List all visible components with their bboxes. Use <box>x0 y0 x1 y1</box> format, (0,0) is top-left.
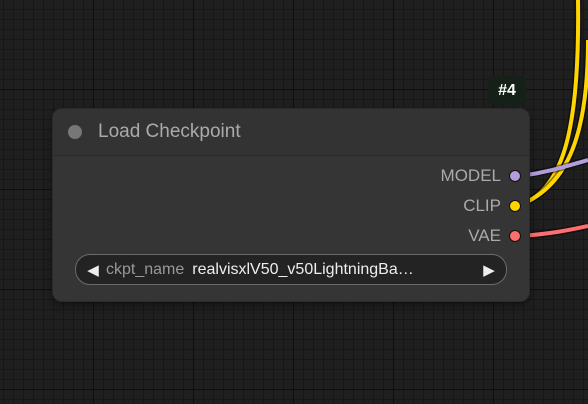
clip-output-slot-icon[interactable] <box>509 200 521 212</box>
node-id-badge: #4 <box>488 76 526 105</box>
widget-label: ckpt_name <box>106 260 185 278</box>
prev-arrow-icon[interactable]: ◀ <box>83 261 103 279</box>
vae-output-slot-icon[interactable] <box>509 230 521 242</box>
load-checkpoint-node[interactable]: Load Checkpoint MODEL CLIP VAE ◀ ckpt_na… <box>53 109 529 301</box>
output-label-clip: CLIP <box>463 196 501 215</box>
ckpt-name-combo[interactable]: ◀ ckpt_name realvisxlV50_v50LightningBa…… <box>75 254 507 285</box>
output-label-vae: VAE <box>468 226 501 245</box>
output-clip: CLIP <box>463 196 521 216</box>
output-model: MODEL <box>441 166 521 186</box>
node-header[interactable]: Load Checkpoint <box>53 109 529 156</box>
model-output-slot-icon[interactable] <box>509 170 521 182</box>
output-label-model: MODEL <box>440 166 501 185</box>
node-title: Load Checkpoint <box>98 121 241 142</box>
output-vae: VAE <box>468 226 521 246</box>
next-arrow-icon[interactable]: ▶ <box>479 261 499 279</box>
widget-value[interactable]: realvisxlV50_v50LightningBa… <box>192 261 413 279</box>
collapse-dot-icon[interactable] <box>68 125 82 139</box>
